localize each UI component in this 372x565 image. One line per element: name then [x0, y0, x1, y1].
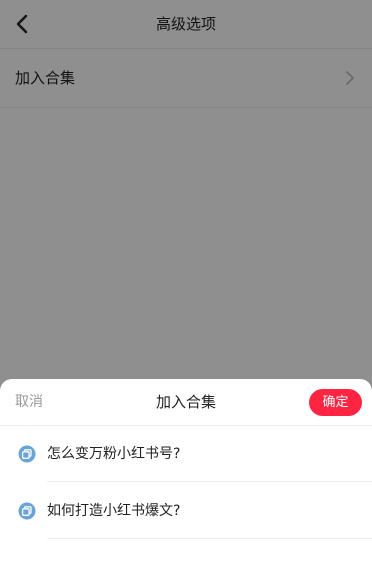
divider — [47, 481, 372, 482]
collection-label: 怎么变万粉小红书号? — [47, 446, 181, 462]
collection-item[interactable]: 如何打造小红书爆文? — [0, 483, 372, 539]
collection-icon — [18, 502, 36, 520]
collection-icon — [18, 445, 36, 463]
add-to-collection-sheet: 取消 加入合集 确定 怎么变万粉小红书号? 如何打造小红书爆文? — [0, 379, 372, 565]
collection-item[interactable]: 怎么变万粉小红书号? — [0, 426, 372, 482]
sheet-header: 取消 加入合集 确定 — [0, 379, 372, 426]
collection-label: 如何打造小红书爆文? — [47, 503, 181, 519]
divider — [47, 538, 372, 539]
confirm-button[interactable]: 确定 — [309, 389, 362, 416]
